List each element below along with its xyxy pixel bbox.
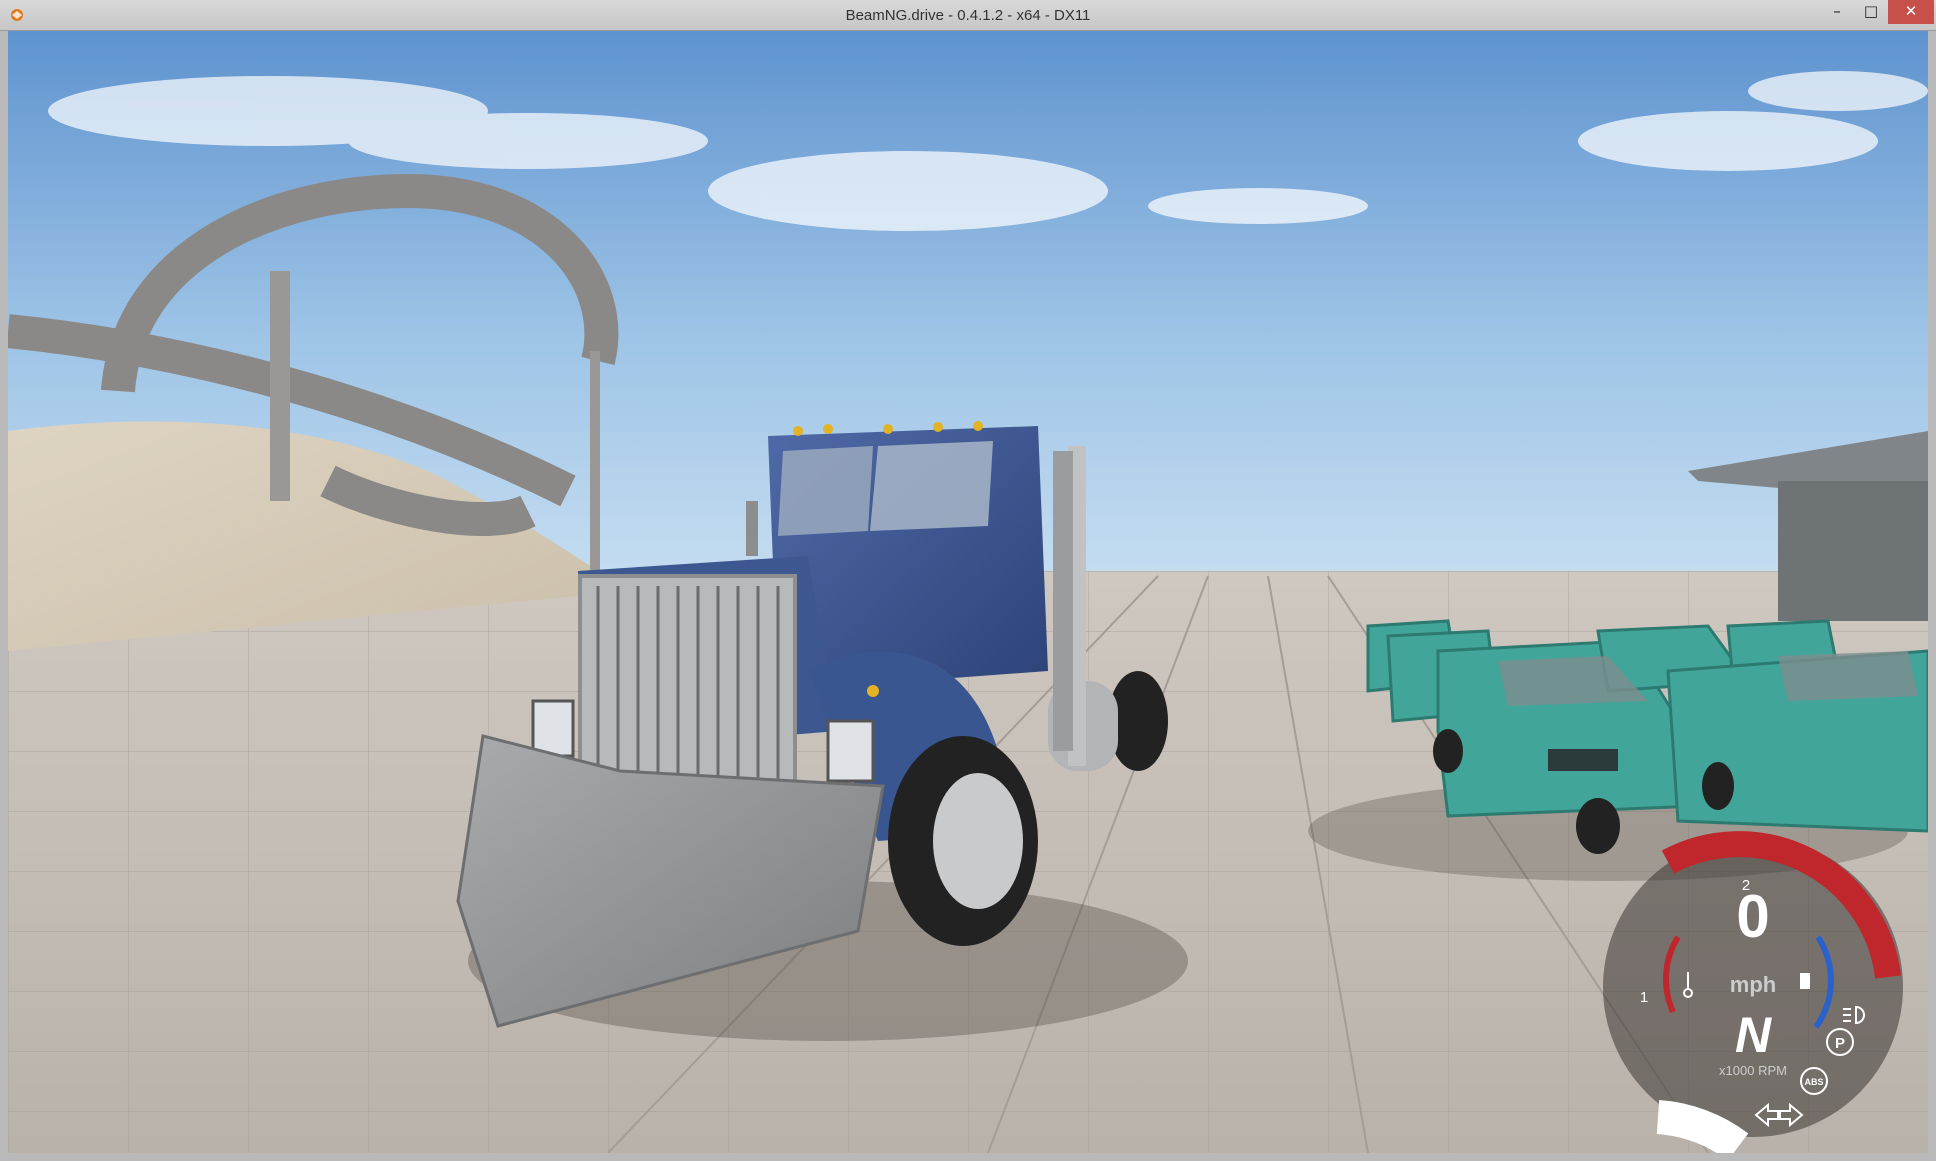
game-window: BeamNG.drive - 0.4.1.2 - x64 - DX11 – □ …: [0, 0, 1936, 1161]
title-bar[interactable]: BeamNG.drive - 0.4.1.2 - x64 - DX11 – □ …: [0, 0, 1936, 31]
minimize-button[interactable]: –: [1820, 0, 1854, 24]
svg-text:P: P: [1835, 1035, 1845, 1052]
speedometer-hud: 0 mph N x1000 RPM 1 2 P ABS: [1603, 831, 1903, 1153]
rpm-gauge-arc: [1656, 1100, 1749, 1153]
close-button[interactable]: ✕: [1888, 0, 1934, 24]
maximize-button[interactable]: □: [1854, 0, 1888, 24]
rpm-tick-1: 1: [1640, 989, 1648, 1006]
svg-text:ABS: ABS: [1804, 1077, 1823, 1087]
fuel-icon: [1800, 973, 1810, 989]
rpm-label: x1000 RPM: [1719, 1063, 1787, 1078]
window-title: BeamNG.drive - 0.4.1.2 - x64 - DX11: [845, 7, 1091, 24]
gear-indicator: N: [1735, 1007, 1772, 1063]
rpm-tick-2: 2: [1742, 877, 1750, 894]
game-viewport[interactable]: 0 mph N x1000 RPM 1 2 P ABS: [8, 31, 1928, 1153]
speed-unit: mph: [1730, 972, 1776, 997]
